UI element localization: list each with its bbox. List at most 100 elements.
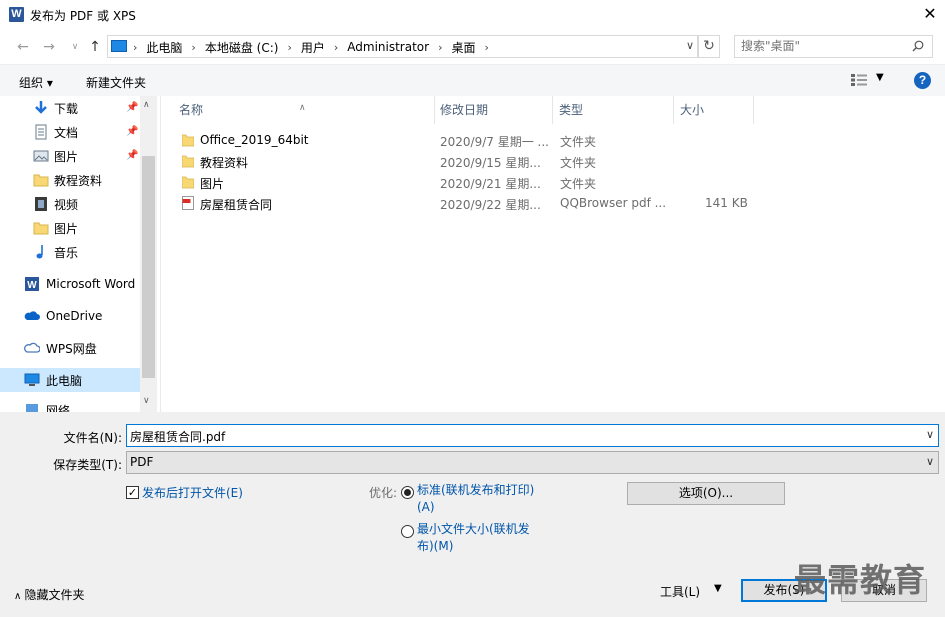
nav-item-this-pc[interactable]: 此电脑	[0, 368, 140, 392]
nav-item-wps-cloud[interactable]: WPS网盘	[0, 336, 140, 360]
file-name: 房屋租赁合同	[200, 198, 273, 212]
hide-folders-toggle[interactable]: ∧ 隐藏文件夹	[14, 586, 85, 603]
navigation-pane: 下载 📌 文档 📌 图片 📌 教程资料 视频 图片 音乐 W Microsoft…	[0, 96, 158, 412]
sort-ascending-icon: ∧	[299, 103, 306, 113]
file-list: ∧ 名称 修改日期 类型 大小 Office_2019_64bit 2020/9…	[160, 96, 945, 412]
nav-item-label: 网络	[46, 403, 71, 413]
address-dropdown-icon[interactable]: ∨	[686, 39, 694, 52]
hide-folders-label: 隐藏文件夹	[24, 588, 85, 602]
breadcrumb-item[interactable]: 用户	[295, 39, 331, 56]
file-row[interactable]: 图片 2020/9/21 星期... 文件夹	[161, 172, 761, 193]
refresh-icon[interactable]: ↻	[698, 35, 720, 58]
nav-item-microsoft-word[interactable]: W Microsoft Word	[0, 272, 140, 296]
organize-button[interactable]: 组织 ▾	[19, 74, 53, 91]
music-icon	[36, 245, 43, 259]
nav-item-label: Microsoft Word	[46, 277, 136, 291]
search-box[interactable]	[734, 35, 933, 58]
breadcrumb-item[interactable]: Administrator	[341, 40, 435, 54]
nav-item-videos[interactable]: 视频	[0, 192, 140, 216]
address-row: ← → ∨ ↑ › 此电脑 › 本地磁盘 (C:) › 用户 › Adminis…	[0, 31, 945, 63]
breadcrumb-item[interactable]: 桌面	[445, 39, 481, 56]
folder-icon	[33, 222, 49, 235]
column-header-name[interactable]: ∧ 名称	[161, 96, 435, 124]
file-name: Office_2019_64bit	[200, 133, 309, 147]
file-type: QQBrowser pdf ...	[560, 196, 667, 210]
nav-item-label: 图片	[54, 149, 79, 164]
nav-item-label: OneDrive	[46, 309, 103, 323]
pin-icon: 📌	[126, 102, 139, 113]
file-row[interactable]: 房屋租赁合同 2020/9/22 星期... QQBrowser pdf ...…	[161, 193, 761, 214]
navigation-scrollbar[interactable]: ∧ ∨	[140, 96, 157, 412]
cloud-outline-icon	[24, 342, 40, 353]
file-date: 2020/9/22 星期...	[440, 198, 541, 212]
tools-dropdown-icon[interactable]: ▼	[714, 583, 722, 594]
new-folder-button[interactable]: 新建文件夹	[86, 74, 146, 91]
search-input[interactable]	[741, 36, 911, 56]
pin-icon: 📌	[126, 150, 139, 161]
column-header-size[interactable]: 大小	[674, 96, 754, 124]
tools-menu-button[interactable]: 工具(L)	[660, 583, 700, 600]
cloud-icon	[24, 311, 40, 320]
nav-item-music[interactable]: 音乐	[0, 240, 140, 264]
save-options-pane: 文件名(N): 房屋租赁合同.pdf ∨ 保存类型(T): PDF ∨ ✓ 发布…	[0, 412, 945, 617]
back-arrow-icon[interactable]: ←	[14, 38, 32, 56]
breadcrumb-item[interactable]: 此电脑	[140, 39, 188, 56]
scrollbar-thumb[interactable]	[142, 156, 155, 378]
computer-icon	[111, 40, 127, 52]
help-icon[interactable]: ?	[914, 72, 931, 89]
nav-item-documents[interactable]: 文档 📌	[0, 120, 140, 144]
folder-icon	[182, 134, 194, 147]
options-button[interactable]: 选项(O)...	[627, 482, 785, 505]
nav-item-network[interactable]: 网络	[0, 398, 140, 412]
open-after-publish-checkbox[interactable]: ✓	[126, 486, 139, 499]
nav-item-label: 图片	[54, 221, 79, 236]
optimize-label: 优化:	[369, 486, 398, 500]
pdf-icon	[182, 196, 194, 210]
file-date: 2020/9/7 星期一 ...	[440, 135, 549, 149]
column-header-date[interactable]: 修改日期	[435, 96, 553, 124]
savetype-select[interactable]: PDF ∨	[126, 451, 939, 474]
scroll-down-arrow-icon[interactable]: ∨	[143, 396, 150, 406]
nav-item-pictures-pinned[interactable]: 图片 📌	[0, 144, 140, 168]
forward-arrow-icon[interactable]: →	[40, 38, 58, 56]
nav-item-label: 此电脑	[46, 373, 83, 388]
file-date: 2020/9/15 星期...	[440, 156, 541, 170]
breadcrumb: › 此电脑 › 本地磁盘 (C:) › 用户 › Administrator ›…	[133, 39, 489, 56]
view-dropdown-icon[interactable]: ▼	[876, 72, 884, 83]
file-name: 教程资料	[200, 156, 249, 170]
radio-minimum-size-label[interactable]: 最小文件大小(联机发布)(M)	[417, 521, 542, 555]
nav-item-label: 视频	[54, 197, 79, 212]
nav-item-tutorial-folder[interactable]: 教程资料	[0, 168, 140, 192]
nav-item-downloads[interactable]: 下载 📌	[0, 96, 140, 120]
nav-item-pictures-folder[interactable]: 图片	[0, 216, 140, 240]
radio-standard[interactable]	[401, 486, 414, 499]
nav-item-label: 音乐	[54, 245, 79, 260]
up-arrow-icon[interactable]: ↑	[86, 38, 104, 56]
file-row[interactable]: 教程资料 2020/9/15 星期... 文件夹	[161, 151, 761, 172]
radio-standard-label[interactable]: 标准(联机发布和打印)(A)	[417, 482, 542, 516]
window-title: 发布为 PDF 或 XPS	[30, 9, 136, 23]
nav-item-onedrive[interactable]: OneDrive	[0, 304, 140, 328]
radio-minimum-size[interactable]	[401, 525, 414, 538]
column-header-type[interactable]: 类型	[553, 96, 674, 124]
file-row[interactable]: Office_2019_64bit 2020/9/7 星期一 ... 文件夹	[161, 130, 761, 151]
search-icon[interactable]	[912, 40, 924, 52]
filename-field[interactable]: 房屋租赁合同.pdf ∨	[126, 424, 939, 447]
chevron-down-icon[interactable]: ∨	[926, 455, 934, 468]
address-bar[interactable]: › 此电脑 › 本地磁盘 (C:) › 用户 › Administrator ›…	[107, 35, 698, 58]
file-type: 文件夹	[560, 177, 597, 191]
filename-value[interactable]: 房屋租赁合同.pdf	[130, 428, 225, 445]
nav-item-label: WPS网盘	[46, 341, 97, 356]
download-icon	[35, 101, 47, 114]
word-icon: W	[25, 277, 39, 291]
file-size: 141 KB	[705, 196, 748, 210]
view-options-icon[interactable]	[851, 74, 867, 86]
document-icon	[35, 124, 47, 140]
open-after-publish-label[interactable]: 发布后打开文件(E)	[142, 484, 243, 501]
breadcrumb-item[interactable]: 本地磁盘 (C:)	[199, 39, 285, 56]
video-icon	[35, 197, 47, 211]
scroll-up-arrow-icon[interactable]: ∧	[143, 100, 150, 110]
recent-chevron-down-icon[interactable]: ∨	[66, 38, 84, 56]
chevron-down-icon[interactable]: ∨	[926, 428, 934, 441]
close-button[interactable]: ✕	[915, 0, 945, 30]
